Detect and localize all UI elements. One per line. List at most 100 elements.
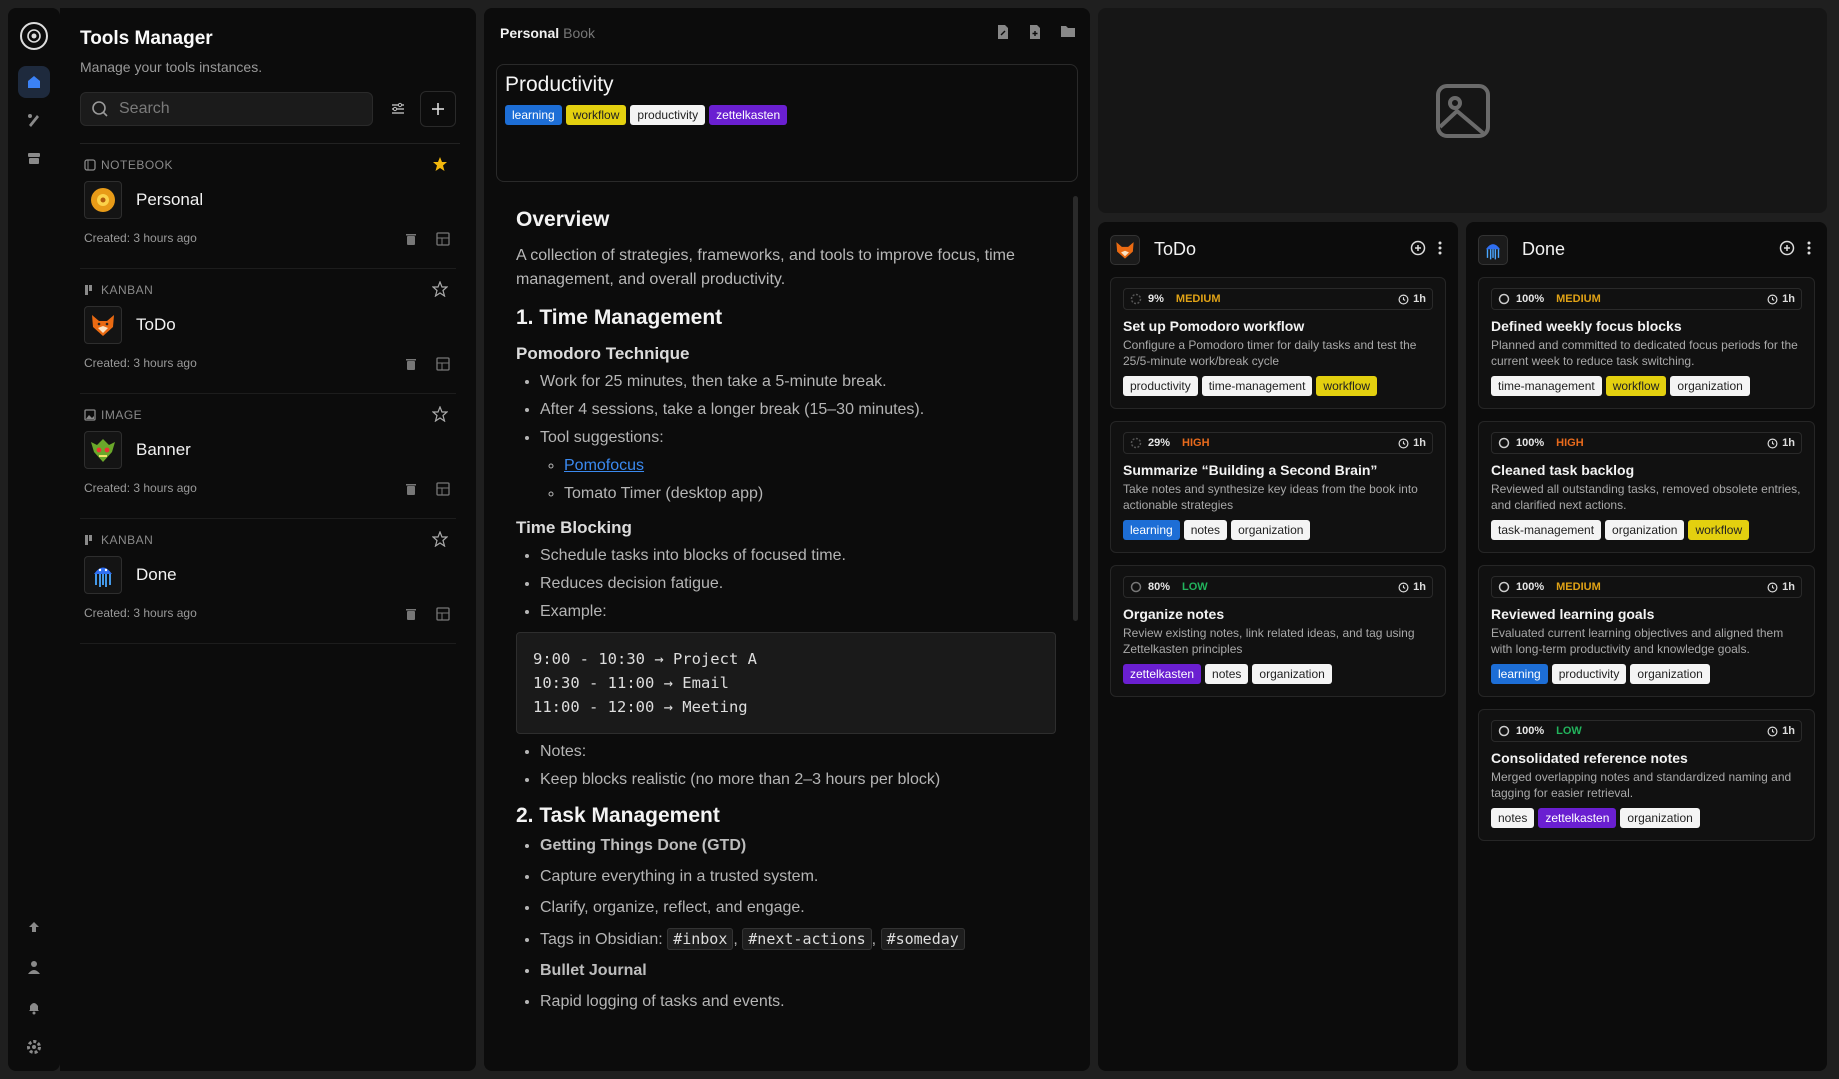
- tag-chip[interactable]: organization: [1605, 520, 1685, 540]
- duration-label: 1h: [1398, 293, 1426, 305]
- tags-label: Tags in Obsidian:: [540, 931, 663, 948]
- kanban-card[interactable]: 9% MEDIUM 1h Set up Pomodoro workflow Co…: [1110, 277, 1446, 409]
- tool-item-done[interactable]: KANBAN Done Created: 3 hours ago: [80, 519, 456, 644]
- edit-file-icon[interactable]: [996, 24, 1010, 40]
- star-icon[interactable]: [432, 406, 448, 422]
- progress-ring-icon: [1130, 293, 1142, 305]
- star-icon[interactable]: [432, 531, 448, 547]
- tag-chip[interactable]: notes: [1205, 664, 1249, 684]
- tag-chip[interactable]: zettelkasten: [709, 105, 788, 125]
- tag-chip[interactable]: organization: [1620, 808, 1700, 828]
- list-item: Reduces decision fatigue.: [540, 574, 1056, 594]
- avatar: [1110, 234, 1140, 265]
- pomodoro-list: Work for 25 minutes, then take a 5-minut…: [516, 372, 1056, 504]
- more-options-icon[interactable]: [1438, 240, 1442, 256]
- tool-item-todo[interactable]: KANBAN ToDo Created: 3 hours ago: [80, 269, 456, 394]
- duration-label: 1h: [1398, 437, 1426, 449]
- breadcrumb-notebook[interactable]: Personal: [500, 25, 559, 41]
- list-item: After 4 sessions, take a longer break (1…: [540, 400, 1056, 420]
- card-title: Summarize “Building a Second Brain”: [1123, 462, 1378, 478]
- card-title: Set up Pomodoro workflow: [1123, 318, 1305, 334]
- image-icon: [84, 409, 96, 421]
- star-icon[interactable]: [432, 281, 448, 297]
- star-icon-filled[interactable]: [432, 156, 448, 172]
- add-card-icon[interactable]: [1779, 240, 1795, 256]
- kanban-card[interactable]: 100% MEDIUM 1h Reviewed learning goals E…: [1478, 565, 1815, 697]
- tag-chip[interactable]: learning: [505, 105, 562, 125]
- tools-sidebar: Tools Manager Manage your tools instance…: [60, 8, 476, 1071]
- tag-chip[interactable]: notes: [1491, 808, 1535, 828]
- tag-chip[interactable]: organization: [1670, 376, 1750, 396]
- kanban-card[interactable]: 80% LOW 1h Organize notes Review existin…: [1110, 565, 1446, 697]
- kanban-card[interactable]: 100% MEDIUM 1h Defined weekly focus bloc…: [1478, 277, 1815, 409]
- tag-chip[interactable]: time-management: [1201, 376, 1313, 396]
- user-icon[interactable]: [18, 951, 50, 983]
- notebook-panel: Personal Book Productivity learning work…: [484, 8, 1090, 1071]
- list-item: Tags in Obsidian: #inbox, #next-actions,…: [540, 928, 1056, 950]
- list-item: Work for 25 minutes, then take a 5-minut…: [540, 372, 1056, 392]
- list-item: Capture everything in a trusted system.: [540, 867, 1056, 887]
- layout-icon[interactable]: [436, 607, 450, 621]
- trash-icon[interactable]: [404, 482, 418, 496]
- list-item: Schedule tasks into blocks of focused ti…: [540, 546, 1056, 566]
- tag-chip[interactable]: productivity: [630, 105, 706, 125]
- tag-chip[interactable]: productivity: [1551, 664, 1627, 684]
- tool-item-personal[interactable]: NOTEBOOK Personal Created: 3 hours ago: [80, 144, 456, 269]
- sidebar-title: Tools Manager: [80, 28, 213, 49]
- kanban-icon: [85, 535, 92, 545]
- brush-icon[interactable]: [18, 104, 50, 136]
- priority-badge: LOW: [1556, 725, 1582, 737]
- tag-chip[interactable]: time-management: [1491, 376, 1602, 396]
- card-title: Reviewed learning goals: [1491, 606, 1655, 622]
- folder-icon[interactable]: [1060, 24, 1076, 38]
- add-tool-button[interactable]: [420, 91, 456, 127]
- note-scrollbar[interactable]: [1073, 196, 1078, 621]
- tag-chip[interactable]: workflow: [1688, 520, 1750, 540]
- progress-indicator: 29%: [1130, 437, 1170, 449]
- tag-chip[interactable]: organization: [1252, 664, 1332, 684]
- trash-icon[interactable]: [404, 232, 418, 246]
- bell-icon[interactable]: [18, 991, 50, 1023]
- note-tags: learning workflow productivity zettelkas…: [505, 105, 1069, 125]
- list-item: Getting Things Done (GTD): [540, 836, 1056, 856]
- kanban-card[interactable]: 100% HIGH 1h Cleaned task backlog Review…: [1478, 421, 1815, 553]
- kanban-card[interactable]: 29% HIGH 1h Summarize “Building a Second…: [1110, 421, 1446, 553]
- tag-chip[interactable]: organization: [1231, 520, 1311, 540]
- breadcrumb-book[interactable]: Book: [563, 25, 595, 41]
- progress-ring-icon: [1498, 581, 1510, 593]
- trash-icon[interactable]: [404, 607, 418, 621]
- layout-icon[interactable]: [436, 357, 450, 371]
- pomofocus-link[interactable]: Pomofocus: [564, 457, 644, 474]
- progress-indicator: 9%: [1130, 293, 1164, 305]
- tag-chip[interactable]: task-management: [1491, 520, 1602, 540]
- home-icon[interactable]: [18, 66, 50, 98]
- new-file-icon[interactable]: [1028, 24, 1042, 40]
- list-item-text: Tool suggestions:: [540, 429, 664, 446]
- layout-icon[interactable]: [436, 482, 450, 496]
- app-logo-icon[interactable]: [20, 22, 48, 50]
- search-input[interactable]: [119, 100, 349, 118]
- archive-icon[interactable]: [18, 142, 50, 174]
- filter-icon[interactable]: [381, 92, 415, 126]
- layout-icon[interactable]: [436, 232, 450, 246]
- tag-chip[interactable]: learning: [1123, 520, 1180, 540]
- list-item: Bullet Journal: [540, 961, 1056, 981]
- tag-chip[interactable]: productivity: [1123, 376, 1198, 396]
- tag-chip[interactable]: workflow: [565, 105, 627, 125]
- tag-chip[interactable]: workflow: [1316, 376, 1378, 396]
- more-options-icon[interactable]: [1807, 240, 1811, 256]
- kanban-card[interactable]: 100% LOW 1h Consolidated reference notes…: [1478, 709, 1815, 841]
- tag-chip[interactable]: zettelkasten: [1123, 664, 1202, 684]
- notes-list: Notes: Keep blocks realistic (no more th…: [516, 742, 1056, 790]
- heading-time-blocking: Time Blocking: [516, 518, 632, 537]
- tool-item-banner[interactable]: IMAGE Banner Created: 3 hours ago: [80, 394, 456, 519]
- tag-chip[interactable]: zettelkasten: [1538, 808, 1617, 828]
- upload-icon[interactable]: [18, 911, 50, 943]
- trash-icon[interactable]: [404, 357, 418, 371]
- tag-chip[interactable]: organization: [1630, 664, 1710, 684]
- tag-chip[interactable]: learning: [1491, 664, 1548, 684]
- settings-icon[interactable]: [18, 1031, 50, 1063]
- tag-chip[interactable]: notes: [1183, 520, 1228, 540]
- add-card-icon[interactable]: [1410, 240, 1426, 256]
- tag-chip[interactable]: workflow: [1605, 376, 1667, 396]
